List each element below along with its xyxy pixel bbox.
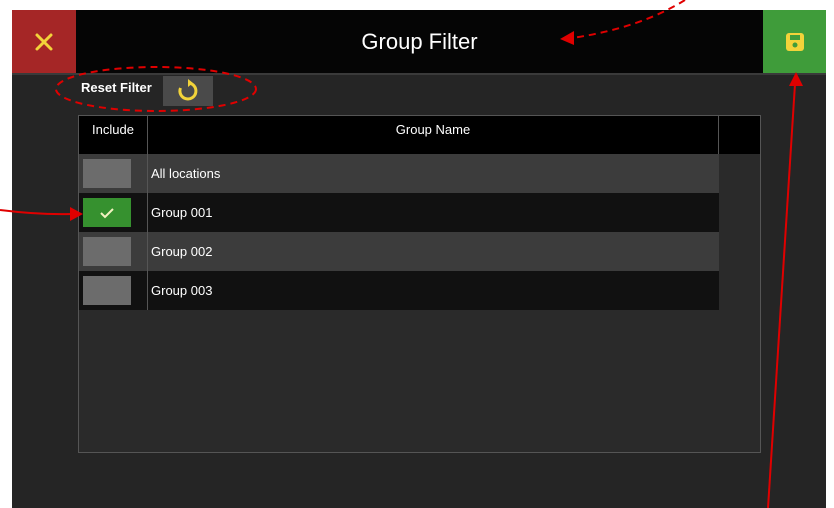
column-header-include: Include <box>79 116 148 154</box>
column-header-group-name: Group Name <box>148 116 719 154</box>
table-row[interactable]: Group 003 <box>79 271 719 310</box>
group-name-cell: Group 002 <box>151 244 213 259</box>
floppy-disk-icon <box>785 32 804 51</box>
checkmark-icon <box>100 207 114 218</box>
close-button[interactable] <box>12 10 76 73</box>
table-row[interactable]: All locations <box>79 154 719 193</box>
group-name-cell: Group 001 <box>151 205 213 220</box>
table-header: Include Group Name <box>79 116 760 154</box>
reset-filter-label: Reset Filter <box>81 80 152 95</box>
include-checkbox[interactable] <box>83 159 131 188</box>
refresh-icon <box>178 79 198 101</box>
include-checkbox[interactable] <box>83 237 131 266</box>
reset-filter-button[interactable] <box>163 76 213 106</box>
column-divider <box>147 154 148 310</box>
save-button[interactable] <box>763 10 826 73</box>
page-title: Group Filter <box>361 29 478 54</box>
group-filter-screen: Group Filter Reset Filter Include Group … <box>12 10 826 508</box>
include-checkbox[interactable] <box>83 198 131 227</box>
header-divider <box>12 73 826 75</box>
group-name-cell: All locations <box>151 166 221 181</box>
close-icon <box>35 33 53 50</box>
header-bar: Group Filter <box>12 10 826 73</box>
group-name-cell: Group 003 <box>151 283 213 298</box>
table-row[interactable]: Group 001 <box>79 193 719 232</box>
group-table: Include Group Name All locations Group 0… <box>78 115 761 453</box>
table-row[interactable]: Group 002 <box>79 232 719 271</box>
include-checkbox[interactable] <box>83 276 131 305</box>
